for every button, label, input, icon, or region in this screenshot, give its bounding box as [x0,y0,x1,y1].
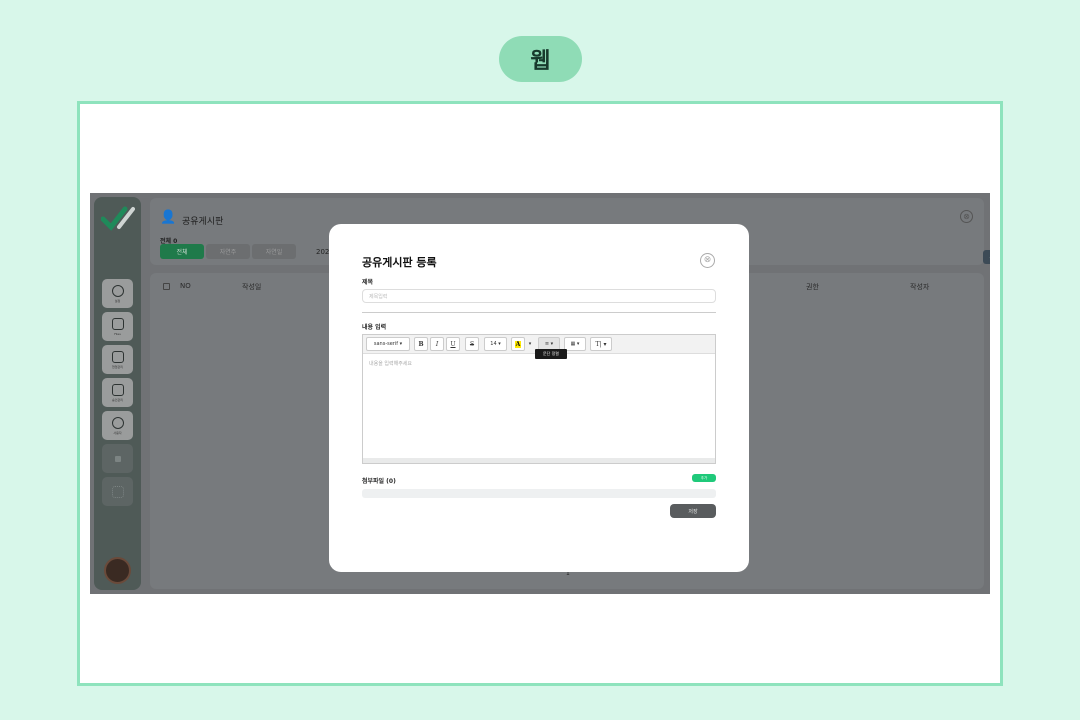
subject-input[interactable]: 제목입력 [362,289,716,303]
user-gear-icon [111,416,124,429]
column-header-date[interactable]: 작성일 [242,282,261,292]
save-button[interactable]: 저장 [670,504,716,518]
text-style-select[interactable]: T| ▾ [590,337,612,351]
plus-icon [114,455,121,462]
italic-button[interactable]: I [430,337,444,351]
sidebar-item-label: 사용자 [113,430,122,435]
column-header-permission[interactable]: 권한 [806,282,819,292]
sidebar-item-label: 설정 [114,298,121,303]
strikethrough-button[interactable]: S [465,337,479,351]
sidebar-item-apps[interactable] [102,477,133,506]
tab-filter-2[interactable]: 자연주 [206,244,250,259]
document-check-icon [111,383,124,396]
sidebar-item-add[interactable] [102,444,133,473]
highlight-letter: A [514,340,522,348]
sidebar-item-label: 현업관리 [111,364,124,369]
sidebar-item-label: 승인관리 [111,397,124,402]
content-label: 내용 입력 [362,324,387,331]
page-title: 공유게시판 [182,217,224,227]
editor-resize-handle[interactable] [363,458,715,463]
add-attachment-button[interactable]: 추가 [692,474,716,482]
subject-label: 제목 [362,279,374,286]
underline-button[interactable]: U [446,337,460,351]
avatar[interactable] [104,557,131,584]
table-insert-select[interactable]: ▦ ▾ [564,337,586,351]
highlight-color-button[interactable]: A [511,337,525,351]
close-icon[interactable]: ⊗ [960,210,973,223]
bold-button[interactable]: B [414,337,428,351]
sidebar: 설정 Files 현업관리 승인관리 사용자 [94,197,141,590]
tab-all[interactable]: 전체 [160,244,204,259]
highlight-dropdown[interactable]: ▾ [526,337,534,351]
divider [362,312,716,313]
align-tooltip: 문단 정렬 [535,349,567,359]
sidebar-item-work[interactable]: 현업관리 [102,345,133,374]
modal-title: 공유게시판 등록 [362,256,437,269]
web-badge: 웹 [499,36,582,82]
sidebar-item-users[interactable]: 사용자 [102,411,133,440]
select-all-checkbox[interactable] [163,283,170,290]
column-header-no[interactable]: NO [180,282,191,290]
sidebar-item-settings[interactable]: 설정 [102,279,133,308]
column-header-author[interactable]: 작성자 [910,282,929,292]
register-button[interactable]: 등록 [983,250,990,264]
sidebar-item-files[interactable]: Files [102,312,133,341]
attachment-list [362,489,716,498]
close-icon[interactable]: ⊗ [700,253,715,268]
sidebar-item-label: Files [114,331,121,336]
document-icon [111,350,124,363]
megaphone-icon [111,317,124,330]
user-board-icon: 👤 [160,210,177,225]
sidebar-item-approval[interactable]: 승인관리 [102,378,133,407]
register-modal: 공유게시판 등록 ⊗ 제목 제목입력 내용 입력 sans-serif ▾ B … [329,224,749,572]
grid-icon [111,485,124,498]
font-size-select[interactable]: 14 ▾ [484,337,507,351]
gear-icon [111,284,124,297]
tab-filter-3[interactable]: 자연일 [252,244,296,259]
attachment-label: 첨부파일 (0) [362,478,396,485]
font-family-select[interactable]: sans-serif ▾ [366,337,410,351]
content-placeholder: 내용을 입력해주세요 [369,361,412,367]
app-logo-icon [101,206,135,231]
